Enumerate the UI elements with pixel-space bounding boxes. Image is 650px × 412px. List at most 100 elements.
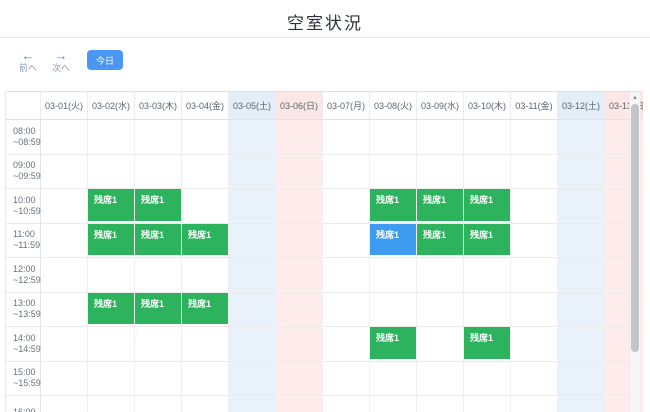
time-start: 15:00	[13, 367, 36, 378]
time-label: 14:00 ~14:59	[6, 327, 41, 362]
calendar-cell	[229, 361, 276, 396]
calendar-cell	[229, 154, 276, 189]
date-header: 03-08(火)	[370, 92, 417, 120]
calendar-cell: 残席1	[464, 327, 511, 362]
calendar-cell: 残席1	[417, 189, 464, 224]
calendar-cell: 残席1	[370, 223, 417, 258]
availability-event[interactable]: 残席1	[370, 223, 416, 255]
page-title: 空室状況	[287, 14, 363, 33]
calendar-cell	[370, 120, 417, 155]
calendar-cell	[323, 154, 370, 189]
calendar-cell	[276, 396, 323, 412]
availability-event[interactable]: 残席1	[464, 223, 510, 255]
date-header: 03-05(土)	[229, 92, 276, 120]
calendar-cell	[229, 327, 276, 362]
time-end: ~13:59	[13, 309, 41, 320]
calendar-cell	[88, 154, 135, 189]
calendar-cell	[182, 361, 229, 396]
calendar-cell	[323, 223, 370, 258]
availability-event[interactable]: 残席1	[88, 223, 134, 255]
calendar-cell	[135, 154, 182, 189]
calendar-cell	[323, 189, 370, 224]
time-end: ~11:59	[13, 240, 41, 251]
calendar-cell	[558, 223, 605, 258]
arrow-right-icon: →	[54, 48, 68, 63]
calendar-cell	[323, 120, 370, 155]
availability-event[interactable]: 残席1	[464, 189, 510, 221]
time-label: 16:00	[6, 396, 41, 412]
calendar-cell	[182, 396, 229, 412]
calendar-cell	[511, 292, 558, 327]
time-label: 09:00 ~09:59	[6, 154, 41, 189]
time-start: 13:00	[13, 298, 36, 309]
time-start: 11:00	[13, 229, 35, 240]
availability-event[interactable]: 残席1	[417, 189, 463, 221]
scrollbar-thumb[interactable]	[631, 104, 639, 352]
calendar-cell	[417, 154, 464, 189]
calendar-cell	[135, 120, 182, 155]
availability-event[interactable]: 残席1	[135, 292, 181, 324]
calendar-cell	[229, 258, 276, 293]
calendar-cell	[88, 396, 135, 412]
time-end: ~15:59	[13, 378, 41, 389]
calendar-cell: 残席1	[88, 292, 135, 327]
calendar-cell	[276, 120, 323, 155]
availability-event[interactable]: 残席1	[135, 189, 181, 221]
availability-event[interactable]: 残席1	[417, 223, 463, 255]
availability-event[interactable]: 残席1	[182, 223, 228, 255]
calendar-cell	[182, 154, 229, 189]
calendar-cell: 残席1	[464, 223, 511, 258]
calendar-cell	[41, 396, 88, 412]
date-header: 03-06(日)	[276, 92, 323, 120]
calendar-cell	[41, 120, 88, 155]
time-end: ~10:59	[13, 205, 41, 216]
date-header: 03-03(木)	[135, 92, 182, 120]
calendar-cell	[229, 396, 276, 412]
calendar-cell: 残席1	[464, 189, 511, 224]
prev-button-label: 前へ	[18, 63, 37, 73]
calendar-cell	[323, 292, 370, 327]
date-header: 03-07(月)	[323, 92, 370, 120]
calendar-cell	[511, 258, 558, 293]
calendar-cell	[135, 258, 182, 293]
scroll-up-icon[interactable]: ▲	[630, 93, 640, 103]
calendar-cell	[135, 396, 182, 412]
calendar-cell	[417, 327, 464, 362]
vertical-scrollbar[interactable]: ▲	[629, 92, 640, 412]
calendar-cell	[511, 223, 558, 258]
calendar-cell	[464, 361, 511, 396]
grid-corner-cell	[6, 92, 41, 120]
calendar-cell	[276, 223, 323, 258]
date-header: 03-02(水)	[88, 92, 135, 120]
availability-event[interactable]: 残席1	[88, 189, 134, 221]
today-button[interactable]: 今日	[87, 50, 124, 70]
calendar-cell	[417, 292, 464, 327]
time-start: 08:00	[13, 125, 36, 136]
calendar-cell	[511, 327, 558, 362]
calendar-cell	[511, 154, 558, 189]
calendar-cell	[88, 258, 135, 293]
calendar-cell	[370, 361, 417, 396]
calendar-cell	[464, 154, 511, 189]
availability-event[interactable]: 残席1	[135, 223, 181, 255]
prev-button[interactable]: ← 前へ	[16, 49, 40, 73]
availability-event[interactable]: 残席1	[370, 189, 416, 221]
calendar-cell: 残席1	[135, 292, 182, 327]
availability-event[interactable]: 残席1	[88, 292, 134, 324]
calendar-cell	[276, 154, 323, 189]
availability-event[interactable]: 残席1	[370, 327, 416, 359]
availability-event[interactable]: 残席1	[182, 292, 228, 324]
calendar-cell	[417, 258, 464, 293]
time-label: 15:00 ~15:59	[6, 361, 41, 396]
calendar-cell	[464, 292, 511, 327]
calendar-grid: 03-01(火) 03-02(水) 03-03(木) 03-04(金) 03-05(土)…	[6, 92, 643, 412]
availability-event[interactable]: 残席1	[464, 327, 510, 359]
calendar-cell	[41, 292, 88, 327]
calendar-cell	[417, 396, 464, 412]
next-button[interactable]: → 次へ	[49, 48, 73, 73]
time-start: 12:00	[13, 263, 36, 274]
calendar-cell	[135, 327, 182, 362]
calendar-cell: 残席1	[417, 223, 464, 258]
calendar-cell	[229, 292, 276, 327]
calendar-cell	[182, 120, 229, 155]
